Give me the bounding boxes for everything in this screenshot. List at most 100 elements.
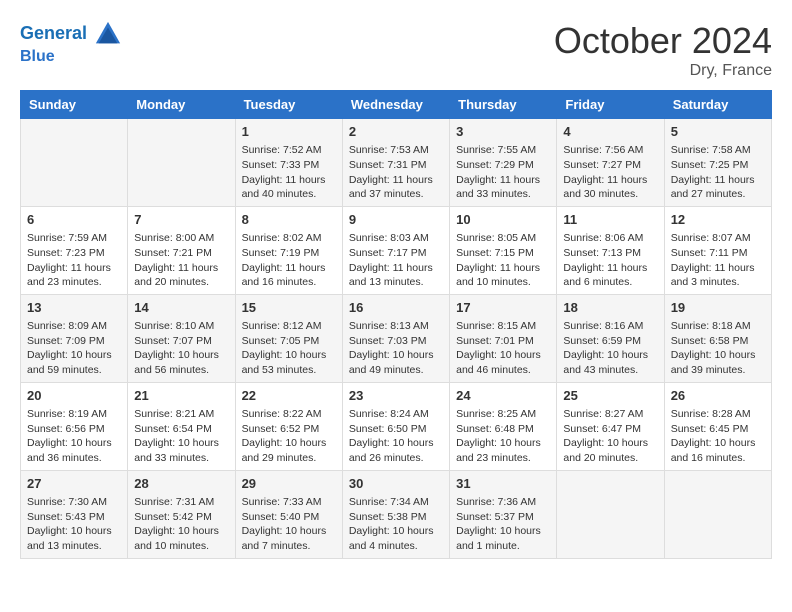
day-number: 26 [671,387,765,405]
day-number: 25 [563,387,657,405]
day-number: 5 [671,123,765,141]
weekday-header: Tuesday [235,91,342,119]
location: Dry, France [554,62,772,80]
day-number: 16 [349,299,443,317]
calendar-cell: 26 Sunrise: 8:28 AM Sunset: 6:45 PM Dayli… [664,382,771,470]
calendar-cell: 29Sunrise: 7:33 AM Sunset: 5:40 PM Dayli… [235,470,342,558]
day-number: 4 [563,123,657,141]
calendar-cell: 18 Sunrise: 8:16 AM Sunset: 6:59 PM Dayli… [557,294,664,382]
calendar-cell: 11 Sunrise: 8:06 AM Sunset: 7:13 PM Dayli… [557,206,664,294]
calendar-cell: 12 Sunrise: 8:07 AM Sunset: 7:11 PM Dayli… [664,206,771,294]
month-title: October 2024 [554,20,772,62]
day-number: 9 [349,211,443,229]
cell-content: Sunrise: 8:19 AM Sunset: 6:56 PM Dayligh… [27,407,121,466]
weekday-header: Saturday [664,91,771,119]
day-number: 7 [134,211,228,229]
weekday-header: Sunday [21,91,128,119]
calendar-cell: 8 Sunrise: 8:02 AM Sunset: 7:19 PM Daylig… [235,206,342,294]
day-number: 23 [349,387,443,405]
day-number: 31 [456,475,550,493]
cell-content: Sunrise: 8:12 AM Sunset: 7:05 PM Dayligh… [242,319,336,378]
cell-content: Sunrise: 7:36 AM Sunset: 5:37 PM Dayligh… [456,495,550,554]
cell-content: Sunrise: 8:25 AM Sunset: 6:48 PM Dayligh… [456,407,550,466]
cell-content: Sunrise: 7:33 AM Sunset: 5:40 PM Dayligh… [242,495,336,554]
cell-content: Sunrise: 7:52 AM Sunset: 7:33 PM Dayligh… [242,143,336,202]
cell-content: Sunrise: 7:59 AM Sunset: 7:23 PM Dayligh… [27,231,121,290]
calendar-cell: 2 Sunrise: 7:53 AM Sunset: 7:31 PM Daylig… [342,119,449,207]
calendar-week-row: 27 Sunrise: 7:30 AM Sunset: 5:43 PM Dayli… [21,470,772,558]
calendar-cell: 3Sunrise: 7:55 AM Sunset: 7:29 PM Daylig… [450,119,557,207]
cell-content: Sunrise: 8:10 AM Sunset: 7:07 PM Dayligh… [134,319,228,378]
calendar-cell: 23 Sunrise: 8:24 AM Sunset: 6:50 PM Dayli… [342,382,449,470]
cell-content: Sunrise: 7:30 AM Sunset: 5:43 PM Dayligh… [27,495,121,554]
day-number: 10 [456,211,550,229]
calendar-cell: 27 Sunrise: 7:30 AM Sunset: 5:43 PM Dayli… [21,470,128,558]
day-number: 24 [456,387,550,405]
cell-content: Sunrise: 7:31 AM Sunset: 5:42 PM Dayligh… [134,495,228,554]
cell-content: Sunrise: 8:03 AM Sunset: 7:17 PM Dayligh… [349,231,443,290]
page-header: General Blue October 2024 Dry, France [20,20,772,80]
calendar-week-row: 6 Sunrise: 7:59 AM Sunset: 7:23 PM Daylig… [21,206,772,294]
day-number: 13 [27,299,121,317]
day-number: 22 [242,387,336,405]
calendar-cell: 15 Sunrise: 8:12 AM Sunset: 7:05 PM Dayli… [235,294,342,382]
calendar-cell: 14 Sunrise: 8:10 AM Sunset: 7:07 PM Dayli… [128,294,235,382]
day-number: 8 [242,211,336,229]
calendar-cell: 17 Sunrise: 8:15 AM Sunset: 7:01 PM Dayli… [450,294,557,382]
cell-content: Sunrise: 8:15 AM Sunset: 7:01 PM Dayligh… [456,319,550,378]
cell-content: Sunrise: 7:53 AM Sunset: 7:31 PM Dayligh… [349,143,443,202]
weekday-header: Thursday [450,91,557,119]
calendar-cell: 24 Sunrise: 8:25 AM Sunset: 6:48 PM Dayli… [450,382,557,470]
calendar-week-row: 20 Sunrise: 8:19 AM Sunset: 6:56 PM Dayli… [21,382,772,470]
weekday-header: Friday [557,91,664,119]
day-number: 27 [27,475,121,493]
weekday-header: Monday [128,91,235,119]
calendar-cell [557,470,664,558]
cell-content: Sunrise: 8:13 AM Sunset: 7:03 PM Dayligh… [349,319,443,378]
day-number: 2 [349,123,443,141]
logo: General Blue [20,20,122,66]
cell-content: Sunrise: 8:21 AM Sunset: 6:54 PM Dayligh… [134,407,228,466]
cell-content: Sunrise: 8:06 AM Sunset: 7:13 PM Dayligh… [563,231,657,290]
cell-content: Sunrise: 7:58 AM Sunset: 7:25 PM Dayligh… [671,143,765,202]
cell-content: Sunrise: 8:24 AM Sunset: 6:50 PM Dayligh… [349,407,443,466]
day-number: 30 [349,475,443,493]
day-number: 1 [242,123,336,141]
calendar-cell: 7 Sunrise: 8:00 AM Sunset: 7:21 PM Daylig… [128,206,235,294]
title-block: October 2024 Dry, France [554,20,772,80]
day-number: 14 [134,299,228,317]
cell-content: Sunrise: 8:16 AM Sunset: 6:59 PM Dayligh… [563,319,657,378]
cell-content: Sunrise: 8:28 AM Sunset: 6:45 PM Dayligh… [671,407,765,466]
day-number: 12 [671,211,765,229]
cell-content: Sunrise: 7:34 AM Sunset: 5:38 PM Dayligh… [349,495,443,554]
calendar-cell: 22Sunrise: 8:22 AM Sunset: 6:52 PM Dayli… [235,382,342,470]
cell-content: Sunrise: 8:02 AM Sunset: 7:19 PM Dayligh… [242,231,336,290]
day-number: 17 [456,299,550,317]
logo-text: General [20,20,122,48]
calendar-cell: 20 Sunrise: 8:19 AM Sunset: 6:56 PM Dayli… [21,382,128,470]
calendar-cell: 1 Sunrise: 7:52 AM Sunset: 7:33 PM Daylig… [235,119,342,207]
cell-content: Sunrise: 8:05 AM Sunset: 7:15 PM Dayligh… [456,231,550,290]
calendar-cell: 19Sunrise: 8:18 AM Sunset: 6:58 PM Dayli… [664,294,771,382]
calendar-cell: 21Sunrise: 8:21 AM Sunset: 6:54 PM Dayli… [128,382,235,470]
day-number: 15 [242,299,336,317]
cell-content: Sunrise: 8:00 AM Sunset: 7:21 PM Dayligh… [134,231,228,290]
calendar-week-row: 13Sunrise: 8:09 AM Sunset: 7:09 PM Dayli… [21,294,772,382]
calendar-cell: 4Sunrise: 7:56 AM Sunset: 7:27 PM Daylig… [557,119,664,207]
calendar-table: SundayMondayTuesdayWednesdayThursdayFrid… [20,90,772,559]
weekday-header: Wednesday [342,91,449,119]
calendar-cell [128,119,235,207]
calendar-cell: 6 Sunrise: 7:59 AM Sunset: 7:23 PM Daylig… [21,206,128,294]
day-number: 6 [27,211,121,229]
calendar-cell: 16 Sunrise: 8:13 AM Sunset: 7:03 PM Dayli… [342,294,449,382]
day-number: 20 [27,387,121,405]
day-number: 18 [563,299,657,317]
calendar-cell: 10 Sunrise: 8:05 AM Sunset: 7:15 PM Dayli… [450,206,557,294]
day-number: 11 [563,211,657,229]
calendar-cell: 31 Sunrise: 7:36 AM Sunset: 5:37 PM Dayli… [450,470,557,558]
cell-content: Sunrise: 8:07 AM Sunset: 7:11 PM Dayligh… [671,231,765,290]
calendar-cell: 30 Sunrise: 7:34 AM Sunset: 5:38 PM Dayli… [342,470,449,558]
cell-content: Sunrise: 7:55 AM Sunset: 7:29 PM Dayligh… [456,143,550,202]
weekday-header-row: SundayMondayTuesdayWednesdayThursdayFrid… [21,91,772,119]
day-number: 19 [671,299,765,317]
